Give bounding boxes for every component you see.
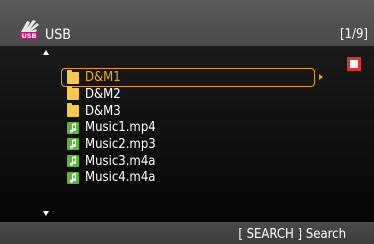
- footer-bar: [ SEARCH ] Search: [0, 222, 374, 244]
- list-item-label: Music4.m4a: [85, 170, 156, 186]
- usb-hand-icon: USB: [18, 18, 46, 40]
- list-item[interactable]: Music1.mp4: [62, 119, 315, 136]
- music-note-icon: [67, 121, 79, 134]
- folder-icon: [67, 103, 79, 118]
- list-item-label: Music2.mp3: [85, 136, 156, 152]
- list-item-label: D&M1: [85, 70, 121, 85]
- list-item-label: D&M2: [85, 86, 121, 102]
- usb-browser-screen: USB USB [1/9] D&M1 D&M2 D&M3 Music1.mp4 …: [0, 0, 374, 244]
- music-note-icon: [67, 138, 79, 151]
- list-item[interactable]: D&M3: [62, 103, 315, 120]
- music-note-icon: [67, 155, 79, 168]
- folder-icon: [67, 69, 79, 84]
- list-item-label: Music3.m4a: [85, 153, 156, 169]
- list-item[interactable]: Music4.m4a: [62, 169, 315, 186]
- scroll-up-arrow-icon[interactable]: [43, 50, 49, 55]
- scroll-down-arrow-icon[interactable]: [43, 211, 49, 216]
- search-hint: [ SEARCH ] Search: [238, 227, 346, 242]
- file-list[interactable]: D&M1 D&M2 D&M3 Music1.mp4 Music2.mp3 Mus…: [0, 46, 374, 222]
- page-indicator: [1/9]: [340, 27, 368, 42]
- source-title: USB: [45, 27, 71, 43]
- usb-badge-text: USB: [22, 32, 37, 40]
- list-item-label: Music1.mp4: [85, 120, 156, 136]
- stop-icon: [347, 57, 361, 71]
- music-note-icon: [67, 171, 79, 184]
- folder-icon: [67, 86, 79, 101]
- list-item-label: D&M3: [85, 103, 121, 119]
- list-item[interactable]: D&M2: [62, 86, 315, 103]
- list-item[interactable]: Music3.m4a: [62, 153, 315, 170]
- list-item[interactable]: Music2.mp3: [62, 136, 315, 153]
- list-item[interactable]: D&M1: [61, 68, 323, 87]
- selection-arrow-icon: [319, 74, 323, 80]
- file-list-rows: D&M1 D&M2 D&M3 Music1.mp4 Music2.mp3 Mus…: [61, 68, 323, 186]
- header-bar: USB USB [1/9]: [0, 0, 374, 46]
